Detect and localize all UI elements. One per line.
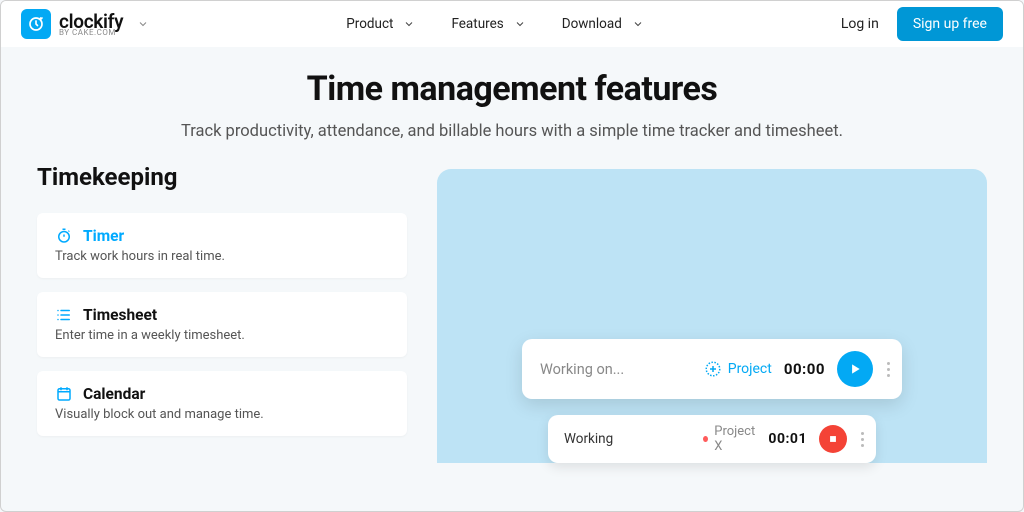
project-selector[interactable]: Project	[704, 360, 772, 378]
feature-card-timer[interactable]: Timer Track work hours in real time.	[37, 213, 407, 278]
page-title: Time management features	[41, 69, 983, 109]
more-menu[interactable]	[885, 362, 892, 377]
preview-panel: Working on... Project 00:00 Working Proj…	[437, 169, 987, 463]
logo-icon	[21, 9, 51, 39]
timer-value: 00:00	[784, 360, 825, 378]
feature-title: Timesheet	[83, 306, 157, 324]
feature-title: Calendar	[83, 385, 145, 403]
feature-card-timesheet[interactable]: Timesheet Enter time in a weekly timeshe…	[37, 292, 407, 357]
nav-download[interactable]: Download	[562, 16, 644, 32]
hero-section: Time management features Track productiv…	[1, 47, 1023, 155]
entry-title[interactable]: Working	[564, 431, 654, 447]
feature-title: Timer	[83, 227, 124, 245]
main-nav: Product Features Download	[346, 16, 644, 32]
login-link[interactable]: Log in	[841, 16, 879, 32]
feature-description: Visually block out and manage time.	[55, 407, 389, 422]
top-navigation: clockify BY CAKE.COM Product Features Do…	[1, 1, 1023, 47]
project-dot-icon	[703, 436, 708, 442]
signup-button[interactable]: Sign up free	[897, 7, 1003, 41]
chevron-down-icon[interactable]	[137, 18, 149, 30]
section-heading: Timekeeping	[37, 163, 407, 191]
chevron-down-icon	[514, 18, 526, 30]
plus-circle-icon	[704, 360, 722, 378]
auth-group: Log in Sign up free	[841, 7, 1003, 41]
brand-byline: BY CAKE.COM	[59, 29, 123, 37]
timer-entry-new: Working on... Project 00:00	[522, 339, 902, 399]
feature-card-calendar[interactable]: Calendar Visually block out and manage t…	[37, 371, 407, 436]
project-label: Project	[728, 361, 772, 377]
brand-group[interactable]: clockify BY CAKE.COM	[21, 9, 149, 39]
project-name: Project X	[714, 424, 756, 454]
feature-sidebar: Timekeeping Timer Track work hours in re…	[37, 163, 407, 463]
stop-icon	[828, 434, 838, 444]
feature-description: Track work hours in real time.	[55, 249, 389, 264]
brand-text: clockify BY CAKE.COM	[59, 12, 123, 37]
play-button[interactable]	[837, 351, 873, 387]
more-menu[interactable]	[859, 432, 866, 447]
list-icon	[55, 306, 73, 324]
entry-placeholder[interactable]: Working on...	[540, 361, 650, 378]
timer-entry-running: Working Project X 00:01	[548, 415, 876, 463]
play-icon	[848, 362, 862, 376]
page-subtitle: Track productivity, attendance, and bill…	[41, 119, 983, 145]
content-area: Timekeeping Timer Track work hours in re…	[1, 155, 1023, 463]
stopwatch-icon	[55, 227, 73, 245]
timer-value: 00:01	[768, 431, 807, 447]
feature-description: Enter time in a weekly timesheet.	[55, 328, 389, 343]
calendar-icon	[55, 385, 73, 403]
nav-product[interactable]: Product	[346, 16, 415, 32]
project-tag[interactable]: Project X	[703, 424, 756, 454]
chevron-down-icon	[632, 18, 644, 30]
nav-features[interactable]: Features	[451, 16, 525, 32]
stop-button[interactable]	[819, 425, 847, 453]
chevron-down-icon	[403, 18, 415, 30]
